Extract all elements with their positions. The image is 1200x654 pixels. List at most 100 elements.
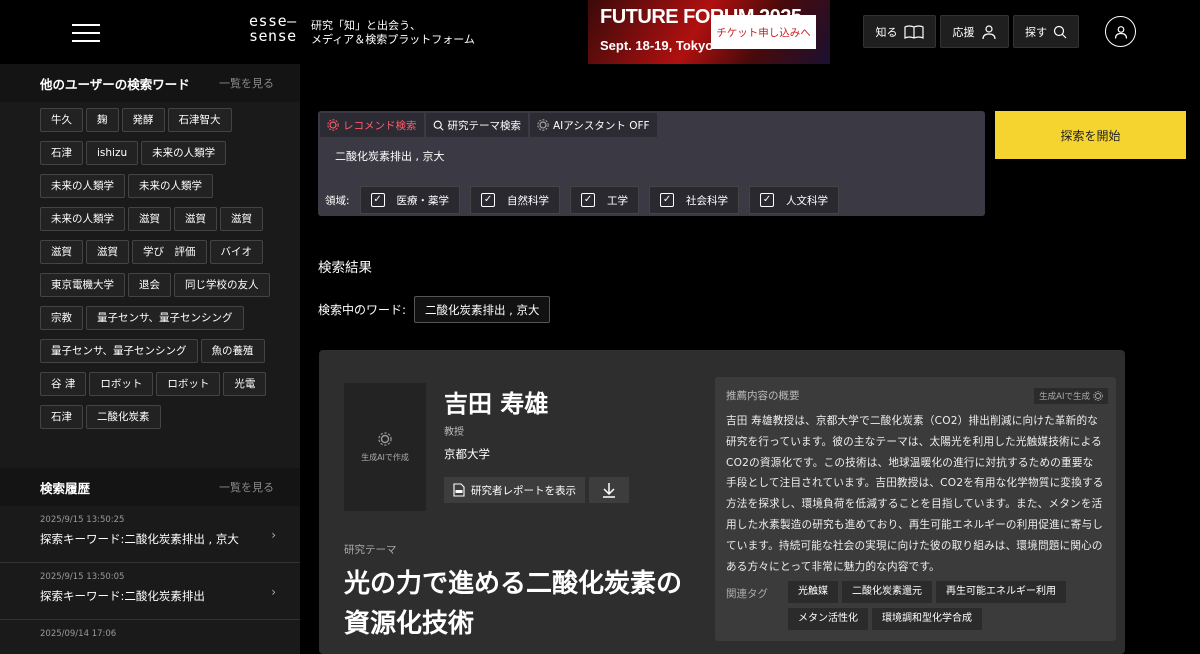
- keyword-tag[interactable]: 東京電機大学: [40, 273, 125, 297]
- tab-label: 研究テーマ検索: [447, 119, 522, 132]
- recommendation-summary: 推薦内容の概要 生成AIで生成 吉田 寿雄教授は、京都大学で二酸化炭素（CO2）…: [715, 377, 1116, 641]
- tab-label: AIアシスタント OFF: [553, 119, 650, 132]
- history-date: 2025/9/15 13:50:25: [40, 515, 125, 525]
- field-checkbox-label: 工学: [607, 194, 629, 207]
- keyword-tag[interactable]: 石津智大: [167, 108, 232, 132]
- keyword-tag[interactable]: 滋賀: [40, 240, 83, 264]
- related-tag[interactable]: メタン活性化: [788, 608, 868, 630]
- keyword-tag[interactable]: 牛久: [40, 108, 83, 132]
- keyword-tag[interactable]: 未来の人類学: [40, 207, 125, 231]
- ai-gear-icon: [1093, 391, 1103, 401]
- related-tag[interactable]: 環境調和型化学合成: [872, 608, 982, 630]
- summary-text: 吉田 寿雄教授は、京都大学で二酸化炭素（CO2）排出削減に向けた革新的な研究を行…: [726, 415, 1104, 573]
- keyword-tag[interactable]: 退会: [128, 273, 171, 297]
- keyword-tag[interactable]: 滋賀: [128, 207, 171, 231]
- keyword-tag[interactable]: 未来の人類学: [40, 174, 125, 198]
- tab-theme-search[interactable]: 研究テーマ検索: [425, 113, 528, 137]
- search-mode-tabs: レコメンド検索 研究テーマ検索 AIアシスタント OFF: [320, 113, 657, 137]
- site-logo[interactable]: esse— sense: [249, 14, 297, 44]
- field-checkbox-medical[interactable]: ✓ 医療・薬学: [359, 186, 461, 214]
- related-tag-list: 光触媒 二酸化炭素還元 再生可能エネルギー利用メタン活性化 環境調和型化学合成: [788, 581, 1088, 635]
- keyword-tag[interactable]: 未来の人類学: [141, 141, 227, 165]
- photo-caption: 生成AIで作成: [361, 452, 409, 462]
- related-tag[interactable]: 再生可能エネルギー利用: [936, 581, 1066, 603]
- field-checkbox-engineering[interactable]: ✓ 工学: [570, 186, 640, 214]
- field-filter-row: 領域: ✓ 医療・薬学 ✓ 自然科学 ✓ 工学 ✓ 社会科学 ✓ 人文科学: [325, 186, 849, 214]
- book-icon: [903, 24, 924, 39]
- related-tag[interactable]: 二酸化炭素還元: [842, 581, 932, 603]
- support-icon: [981, 24, 996, 39]
- history-list: 2025/9/15 13:50:25 探索キーワード:二酸化炭素排出 , 京大 …: [0, 506, 300, 654]
- related-tag[interactable]: 光触媒: [788, 581, 838, 603]
- keyword-tag[interactable]: 麹: [86, 108, 119, 132]
- search-icon: [433, 120, 444, 131]
- keyword-tag[interactable]: 石津: [40, 141, 83, 165]
- keyword-tag[interactable]: 二酸化炭素: [86, 405, 161, 429]
- search-input[interactable]: [335, 149, 935, 162]
- menu-icon[interactable]: [72, 24, 100, 42]
- field-label: 領域:: [325, 194, 350, 207]
- researcher-name: 吉田 寿雄: [444, 390, 549, 418]
- history-date: 2025/09/14 17:06: [40, 629, 117, 639]
- tab-recommend-search[interactable]: レコメンド検索: [320, 113, 424, 137]
- keyword-tag[interactable]: バイオ: [209, 240, 263, 264]
- keywords-more-link[interactable]: 一覧を見る: [219, 75, 274, 91]
- search-word-chip: 二酸化炭素排出 , 京大: [414, 296, 551, 323]
- keyword-tag[interactable]: 量子センサ、量子センシング: [40, 339, 198, 363]
- keyword-tag[interactable]: 量子センサ、量子センシング: [86, 306, 244, 330]
- search-icon: [1053, 25, 1067, 38]
- start-search-button[interactable]: 探索を開始: [995, 111, 1186, 159]
- history-header: 検索履歴 一覧を見る: [0, 468, 300, 506]
- ticket-button[interactable]: チケット申し込みへ: [711, 15, 816, 49]
- field-checkbox-label: 自然科学: [507, 194, 550, 207]
- ai-gear-icon: [378, 431, 392, 446]
- keywords-title: 他のユーザーの検索ワード: [40, 76, 190, 92]
- field-checkbox-humanities[interactable]: ✓ 人文科学: [749, 186, 840, 214]
- keywords-header: 他のユーザーの検索ワード 一覧を見る: [0, 64, 300, 102]
- history-item[interactable]: 2025/9/15 13:50:05 探索キーワード:二酸化炭素排出 ›: [0, 563, 300, 620]
- keyword-tag[interactable]: 学び 評価: [132, 240, 207, 264]
- checkbox-checked-icon: ✓: [760, 193, 775, 207]
- site-tagline: 研究「知」と出会う、 メディア＆検索プラットフォーム: [311, 19, 475, 46]
- history-text: 探索キーワード:二酸化炭素排出: [40, 589, 205, 603]
- field-checkbox-social-science[interactable]: ✓ 社会科学: [649, 186, 740, 214]
- keyword-tag[interactable]: ロボット: [156, 372, 221, 396]
- tab-ai-assistant-toggle[interactable]: AIアシスタント OFF: [530, 113, 657, 137]
- researcher-card[interactable]: 生成AIで作成 吉田 寿雄 教授 京都大学 研究者レポートを表示 研究テーマ 光…: [319, 350, 1125, 654]
- keyword-tag[interactable]: 谷 津: [40, 372, 87, 396]
- ai-gear-icon: [537, 119, 549, 131]
- results-title: 検索結果: [318, 260, 372, 276]
- pdf-icon: [453, 483, 465, 497]
- keyword-tag[interactable]: 発酵: [121, 108, 165, 132]
- site-header: esse— sense 研究「知」と出会う、 メディア＆検索プラットフォーム F…: [0, 0, 1200, 64]
- field-checkbox-label: 社会科学: [686, 194, 729, 207]
- keyword-tag[interactable]: 滋賀: [174, 207, 217, 231]
- field-checkbox-natural-science[interactable]: ✓ 自然科学: [470, 186, 561, 214]
- history-text: 探索キーワード:二酸化炭素排出 , 京大: [40, 532, 239, 546]
- researcher-role: 教授: [444, 427, 464, 438]
- view-report-button[interactable]: 研究者レポートを表示: [444, 477, 585, 503]
- history-more-link[interactable]: 一覧を見る: [219, 479, 274, 495]
- keyword-tag[interactable]: ロボット: [89, 372, 154, 396]
- history-item[interactable]: 2025/09/14 17:06: [0, 620, 300, 654]
- keyword-tag[interactable]: 魚の養殖: [200, 339, 265, 363]
- history-date: 2025/9/15 13:50:05: [40, 572, 125, 582]
- user-avatar-button[interactable]: [1105, 16, 1136, 47]
- keyword-tag[interactable]: 石津: [40, 405, 83, 429]
- download-button[interactable]: [589, 477, 629, 503]
- download-icon: [603, 483, 615, 498]
- keyword-tag[interactable]: ishizu: [86, 141, 139, 165]
- researcher-photo: 生成AIで作成: [344, 383, 426, 511]
- nav-search-button[interactable]: 探す: [1013, 15, 1079, 48]
- history-item[interactable]: 2025/9/15 13:50:25 探索キーワード:二酸化炭素排出 , 京大 …: [0, 506, 300, 563]
- keyword-tag[interactable]: 光電: [223, 372, 267, 396]
- ai-generated-label: 生成AIで生成: [1039, 392, 1090, 402]
- keyword-tag[interactable]: 宗教: [40, 306, 83, 330]
- nav-know-button[interactable]: 知る: [863, 15, 936, 48]
- keyword-tag[interactable]: 滋賀: [220, 207, 263, 231]
- keyword-tag[interactable]: 未来の人類学: [128, 174, 213, 198]
- nav-support-button[interactable]: 応援: [940, 15, 1009, 48]
- keyword-tag[interactable]: 同じ学校の友人: [174, 273, 270, 297]
- ai-gear-icon: [327, 119, 339, 131]
- keyword-tag[interactable]: 滋賀: [86, 240, 129, 264]
